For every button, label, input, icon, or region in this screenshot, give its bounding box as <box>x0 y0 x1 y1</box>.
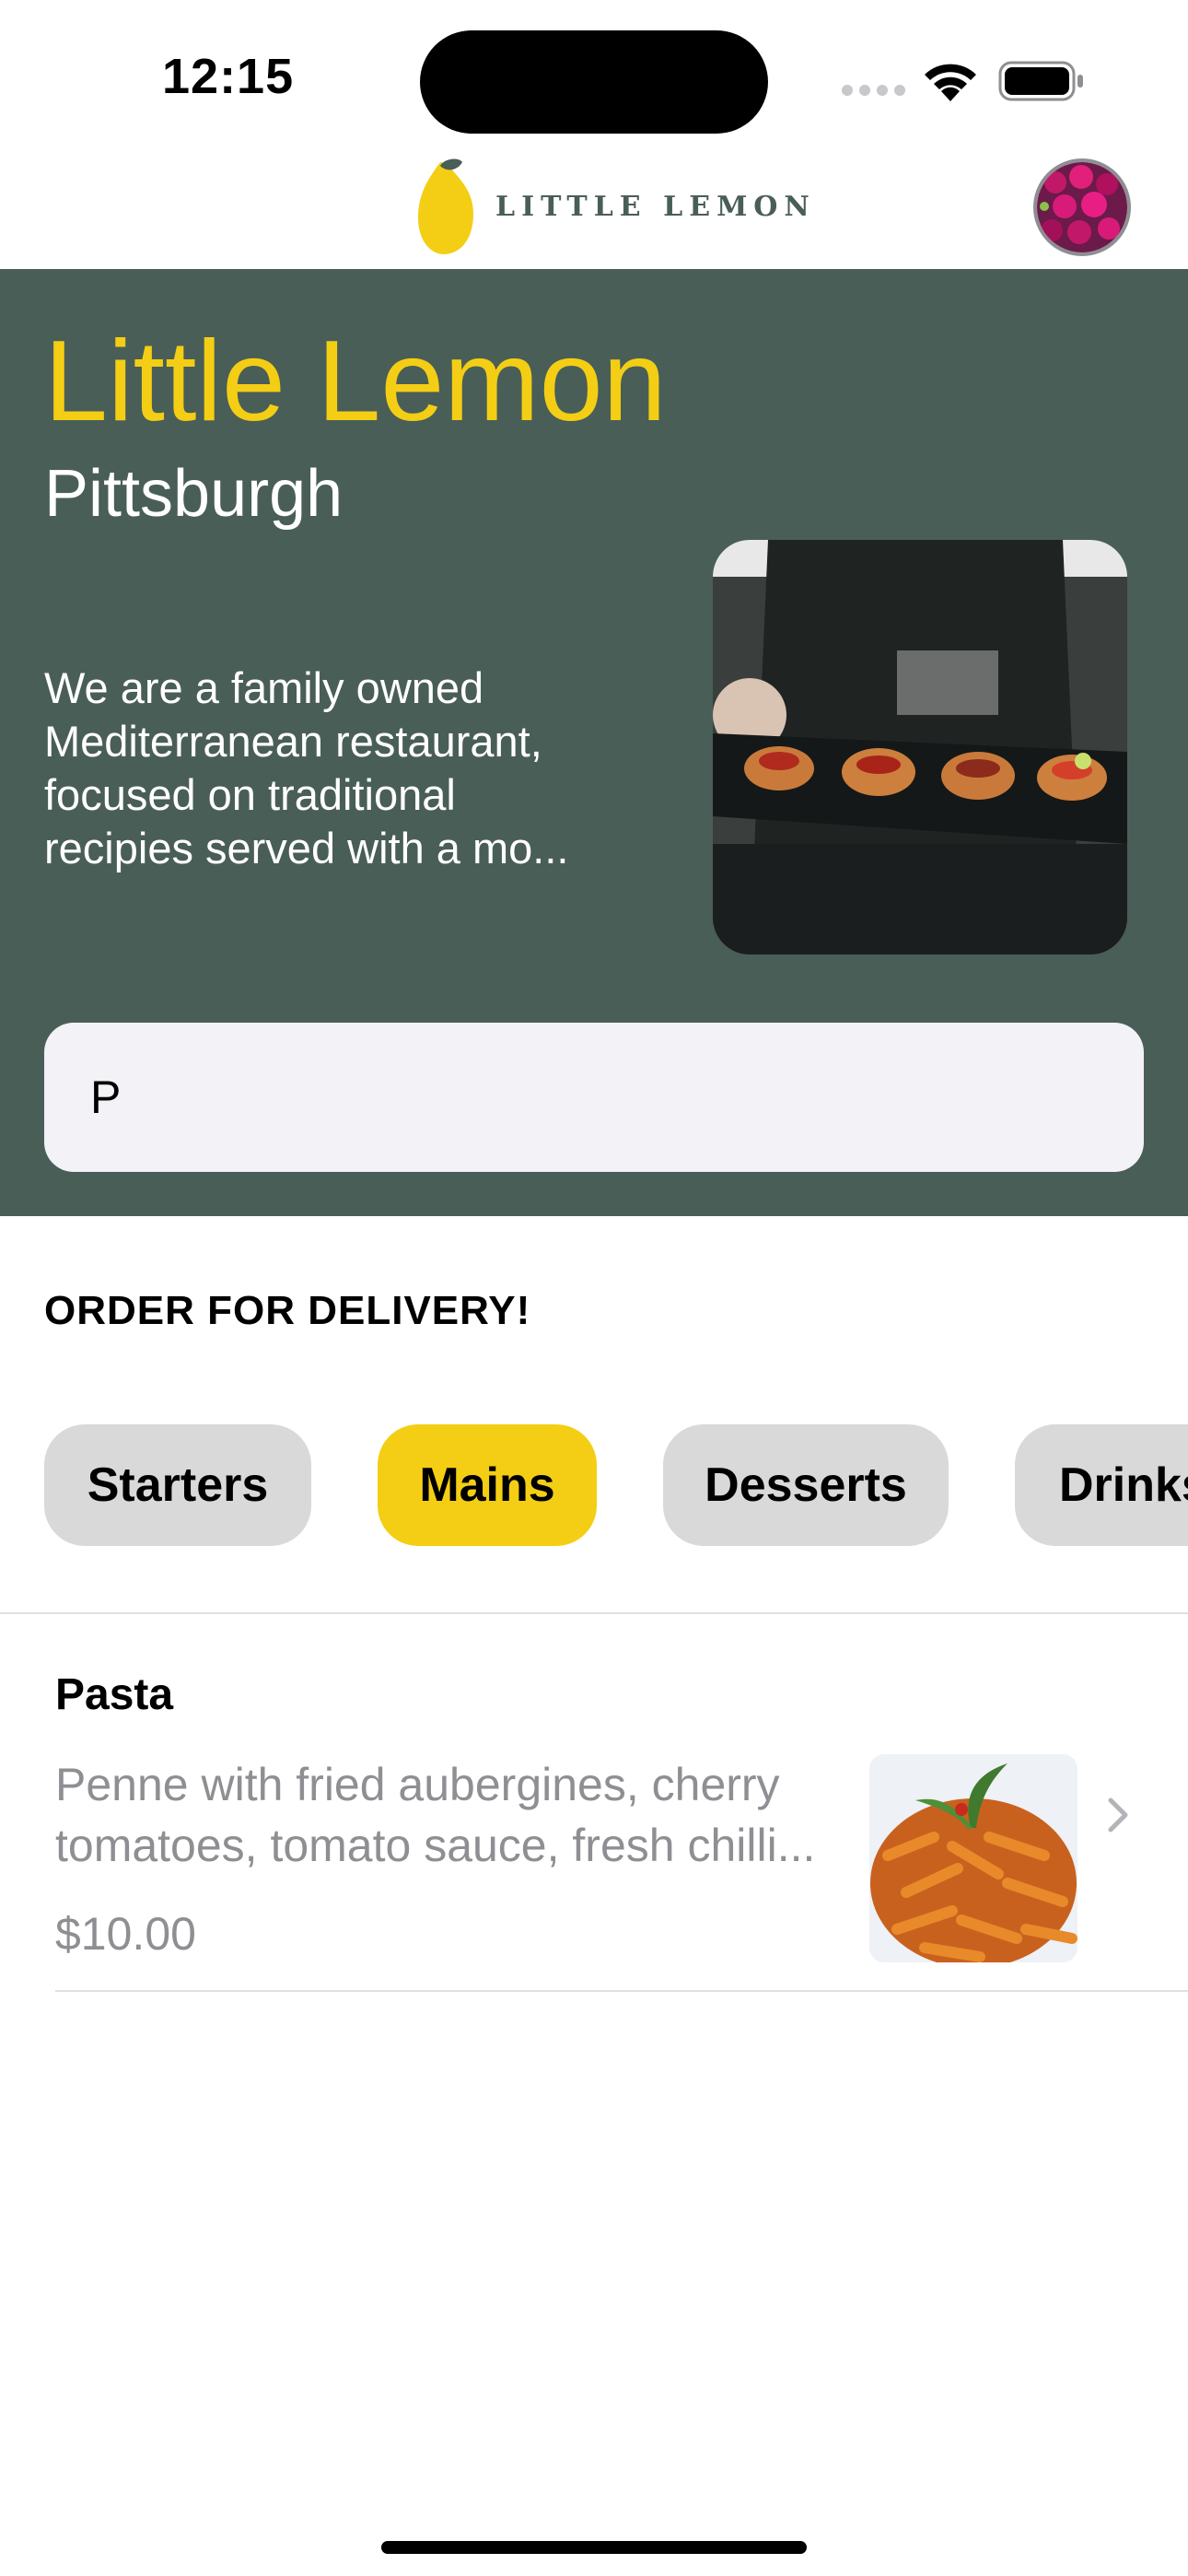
menu-item-price: $10.00 <box>55 1908 196 1960</box>
home-indicator[interactable] <box>381 2541 807 2554</box>
logo-text: LITTLE LEMON <box>495 190 816 223</box>
hero-description: We are a family owned Mediterranean rest… <box>44 662 652 875</box>
status-time: 12:15 <box>162 49 295 104</box>
battery-icon <box>998 61 1083 101</box>
lemon-icon <box>418 158 473 254</box>
category-pill-drinks[interactable]: Drinks <box>1015 1424 1188 1546</box>
cellular-signal-icon <box>842 85 905 96</box>
menu-item-description-line: Penne with fried aubergines, cherry <box>55 1759 780 1810</box>
menu-item-description: Penne with fried aubergines, cherry toma… <box>55 1754 856 1876</box>
menu-item-name: Pasta <box>55 1670 174 1719</box>
hero-description-line: focused on traditional <box>44 770 456 819</box>
category-pill-starters[interactable]: Starters <box>44 1424 311 1546</box>
hero-description-line: recipies served with a mo... <box>44 824 569 872</box>
search-input[interactable] <box>44 1023 1144 1172</box>
profile-avatar[interactable] <box>1033 158 1131 256</box>
hero-city: Pittsburgh <box>44 457 344 531</box>
menu-item-divider <box>55 1990 1188 1992</box>
category-pill-desserts[interactable]: Desserts <box>663 1424 949 1546</box>
delivery-title: ORDER FOR DELIVERY! <box>44 1288 531 1333</box>
menu-item-description-line: tomatoes, tomato sauce, fresh chilli... <box>55 1820 816 1871</box>
hero-food-image <box>713 540 1127 954</box>
chevron-right-icon <box>1108 1797 1128 1832</box>
avatar-flowers-image <box>1037 162 1127 252</box>
category-pill-mains[interactable]: Mains <box>378 1424 597 1546</box>
app-logo: LITTLE LEMON <box>413 157 816 256</box>
dynamic-island <box>420 30 768 134</box>
hero-description-line: Mediterranean restaurant, <box>44 717 542 766</box>
wifi-icon <box>925 64 976 101</box>
hero-title: Little Lemon <box>44 318 667 445</box>
menu-item-image <box>869 1754 1077 1962</box>
hero-description-line: We are a family owned <box>44 663 484 712</box>
